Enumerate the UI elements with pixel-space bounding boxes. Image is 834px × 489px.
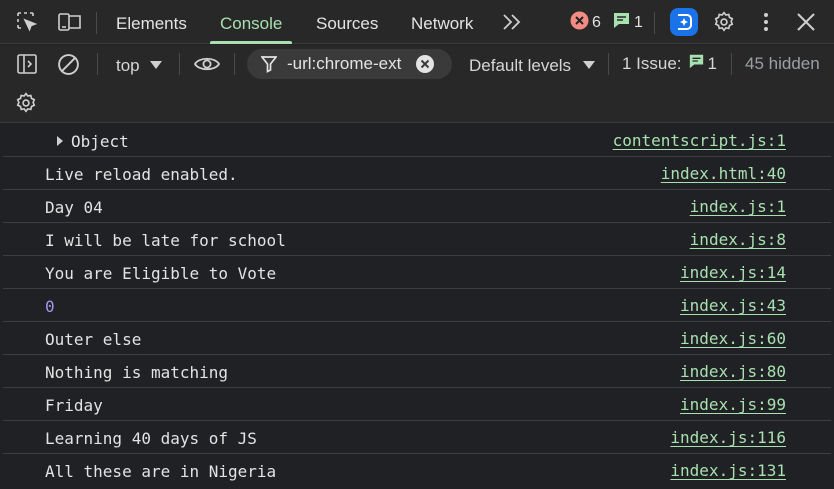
tab-elements[interactable]: Elements — [116, 0, 187, 44]
message-text: Nothing is matching — [45, 363, 229, 382]
message-text: You are Eligible to Vote — [45, 264, 277, 283]
inspect-element-icon[interactable] — [16, 11, 38, 33]
console-message: Learning 40 days of JS index.js:116 — [3, 421, 831, 454]
divider — [234, 53, 235, 75]
console-message: Friday index.js:99 — [3, 388, 831, 421]
divider — [179, 53, 180, 75]
context-label: top — [116, 56, 140, 75]
more-tabs-icon[interactable] — [502, 13, 524, 35]
message-icon — [612, 11, 631, 35]
source-link[interactable]: index.html:40 — [661, 164, 786, 184]
divider — [96, 12, 97, 34]
expand-triangle-icon — [57, 136, 63, 146]
context-selector[interactable]: top — [116, 53, 163, 77]
console-message: Object contentscript.js:1 — [3, 124, 831, 157]
tab-sources[interactable]: Sources — [316, 0, 378, 44]
console-message: Nothing is matching index.js:80 — [3, 355, 831, 388]
console-message: Outer else index.js:60 — [3, 322, 831, 355]
log-levels-label: Default levels — [469, 56, 572, 75]
source-link[interactable]: index.js:14 — [680, 263, 786, 283]
divider — [97, 53, 98, 75]
filter-value: -url:chrome-ext — [287, 54, 402, 73]
source-link[interactable]: index.js:80 — [680, 362, 786, 382]
message-number: 0 — [45, 297, 55, 316]
divider — [608, 53, 609, 75]
source-link[interactable]: index.js:1 — [690, 197, 786, 217]
message-text: Friday — [45, 396, 103, 415]
source-link[interactable]: contentscript.js:1 — [613, 131, 786, 151]
message-text: Day 04 — [45, 198, 103, 217]
chevron-down-icon — [582, 53, 595, 75]
messages-badge[interactable]: 1 — [612, 13, 643, 33]
more-options-icon[interactable] — [755, 11, 777, 33]
ai-assistance-icon[interactable] — [670, 8, 698, 36]
devtools-tabbar: Elements Console Sources Network 6 1 — [0, 0, 834, 44]
message-text: Live reload enabled. — [45, 165, 238, 184]
message-text: All these are in Nigeria — [45, 462, 277, 481]
console-message: I will be late for school index.js:8 — [3, 223, 831, 256]
issues-label: 1 Issue: — [622, 54, 682, 73]
message-text: Outer else — [45, 330, 142, 349]
chevron-down-icon — [150, 53, 163, 75]
message-text: I will be late for school — [45, 231, 286, 250]
divider — [654, 12, 655, 34]
message-text: Object — [71, 132, 129, 151]
object-expander[interactable]: Object — [57, 132, 129, 152]
source-link[interactable]: index.js:60 — [680, 329, 786, 349]
tab-console[interactable]: Console — [209, 0, 293, 44]
hidden-messages-count: 45 hidden — [745, 54, 820, 73]
message-text: Learning 40 days of JS — [45, 429, 257, 448]
live-expression-eye-icon[interactable] — [193, 54, 221, 74]
console-messages: Object contentscript.js:1 Live reload en… — [3, 124, 831, 489]
filter-input[interactable]: -url:chrome-ext — [247, 49, 452, 79]
console-message: All these are in Nigeria index.js:131 — [3, 454, 831, 487]
close-icon[interactable] — [795, 11, 817, 33]
messages-count: 1 — [634, 14, 643, 31]
error-icon — [570, 11, 589, 36]
issue-message-icon — [688, 53, 705, 75]
source-link[interactable]: index.js:8 — [690, 230, 786, 250]
settings-gear-icon[interactable] — [713, 11, 735, 33]
filter-funnel-icon — [260, 55, 278, 73]
errors-count: 6 — [592, 14, 601, 31]
console-settings-gear-icon[interactable] — [15, 92, 37, 119]
source-link[interactable]: index.js:43 — [680, 296, 786, 316]
clear-filter-icon[interactable] — [415, 54, 435, 74]
issues-count: 1 — [707, 54, 718, 73]
console-settings-bar — [0, 83, 834, 123]
log-levels-dropdown[interactable]: Default levels — [469, 53, 595, 77]
issues-button[interactable]: 1 Issue: 1 — [622, 53, 717, 75]
device-toolbar-icon[interactable] — [58, 11, 81, 33]
console-message: Live reload enabled. index.html:40 — [3, 157, 831, 190]
clear-console-icon[interactable] — [57, 53, 79, 75]
console-message: Day 04 index.js:1 — [3, 190, 831, 223]
sidebar-toggle-icon[interactable] — [16, 53, 38, 75]
console-message: 0 index.js:43 — [3, 289, 831, 322]
console-filter-bar: top -url:chrome-ext Default levels 1 Iss… — [0, 45, 834, 83]
source-link[interactable]: index.js:116 — [670, 428, 786, 448]
console-message: You are Eligible to Vote index.js:14 — [3, 256, 831, 289]
errors-badge[interactable]: 6 — [570, 11, 601, 36]
divider — [731, 53, 732, 75]
source-link[interactable]: index.js:131 — [670, 461, 786, 481]
tab-network[interactable]: Network — [411, 0, 473, 44]
source-link[interactable]: index.js:99 — [680, 395, 786, 415]
